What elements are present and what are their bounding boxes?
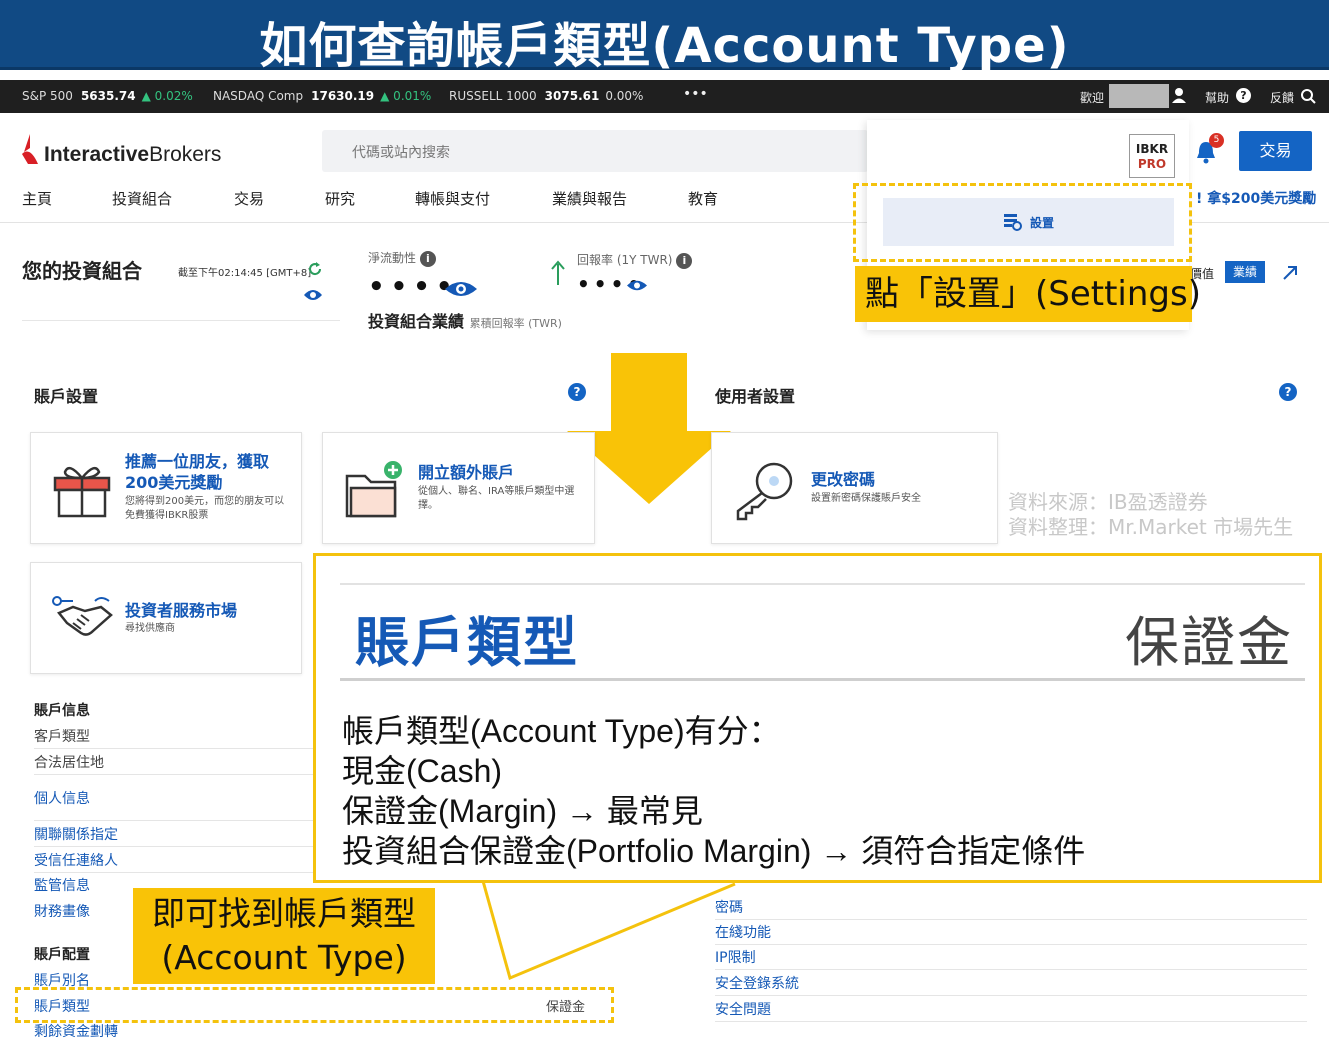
portfolio-divider <box>22 320 340 321</box>
masked-username <box>1109 84 1169 108</box>
card-title: 投資者服務市場 <box>125 601 238 620</box>
divider <box>340 678 1305 681</box>
divider <box>34 748 314 749</box>
account-info-link[interactable]: 關聯關係指定 <box>34 824 118 844</box>
zoom-account-type-label: 賬戶類型 <box>355 611 579 674</box>
change-password-card[interactable]: 更改密碼 設置新密碼保護賬戶安全 <box>711 432 998 544</box>
feedback-link[interactable]: 反饋 <box>1270 89 1294 106</box>
info-icon[interactable]: i <box>419 251 436 267</box>
account-info-link[interactable]: 監管信息 <box>34 875 90 895</box>
nav-portfolio[interactable]: 投資組合 <box>112 188 172 209</box>
refresh-icon[interactable] <box>308 262 322 276</box>
account-info-link[interactable]: 個人信息 <box>34 788 90 808</box>
card-description: 從個人、聯名、IRA等賬戶類型中選擇。 <box>418 486 575 511</box>
notification-count-badge: 5 <box>1209 133 1224 148</box>
divider <box>34 774 314 775</box>
market-ticker-bar: S&P 500 5635.74 ▲ 0.02% NASDAQ Comp 17630.1… <box>0 80 1329 113</box>
up-arrow-icon <box>551 260 565 285</box>
divider <box>715 995 1307 996</box>
portfolio-timestamp: 截至下午02:14:45 [GMT+8] <box>178 268 312 279</box>
ticker-item[interactable]: S&P 500 5635.74 ▲ 0.02% <box>22 89 193 103</box>
nav-education[interactable]: 教育 <box>688 188 718 209</box>
nav-reports[interactable]: 業績與報告 <box>552 188 627 209</box>
nav-research[interactable]: 研究 <box>325 188 355 209</box>
help-icon[interactable]: ? <box>1279 383 1297 401</box>
ib-logo-icon[interactable] <box>20 134 40 166</box>
card-description: 設置新密碼保護賬戶安全 <box>811 493 921 504</box>
gift-icon <box>53 466 111 518</box>
card-description: 您將得到200美元，而您的朋友可以免費獲得IBKR股票 <box>125 496 285 521</box>
banner-title: 如何查詢帳戶類型(Account Type) <box>259 18 1070 74</box>
account-info-item: 合法居住地 <box>34 755 104 771</box>
portfolio-title: 您的投資組合 <box>22 259 142 283</box>
security-link[interactable]: 安全問題 <box>715 999 771 1019</box>
nav-transfer[interactable]: 轉帳與支付 <box>415 188 490 209</box>
ticker-more-button[interactable]: ••• <box>683 86 708 102</box>
ticker-item[interactable]: RUSSELL 1000 3075.61 0.00% <box>449 89 643 103</box>
settings-highlight-box <box>853 183 1192 262</box>
investor-marketplace-card[interactable]: 投資者服務市場 尋找供應商 <box>30 562 302 674</box>
card-title: 推薦一位朋友，獲取200美元獎勵 <box>125 452 270 492</box>
eye-icon[interactable] <box>444 279 478 299</box>
return-label: 回報率 (1Y TWR) i <box>577 251 693 269</box>
portfolio-performance-title: 投資組合業績 累積回報率 (TWR) <box>368 312 562 331</box>
divider <box>34 846 314 847</box>
help-icon[interactable]: ? <box>1236 88 1251 103</box>
feedback-icon[interactable] <box>1300 88 1316 104</box>
remaining-funds-link[interactable]: 剩餘資金劃轉 <box>34 1021 118 1041</box>
card-title: 開立額外賬戶 <box>418 463 515 482</box>
account-type-callout: 即可找到帳戶類型 (Account Type) <box>133 888 435 984</box>
divider <box>715 1021 1307 1022</box>
account-info-item: 客戶類型 <box>34 729 90 745</box>
promo-link[interactable]: ! 拿$200美元獎勵 <box>1196 188 1316 208</box>
account-info-title: 賬戶信息 <box>34 703 90 719</box>
title-banner: 如何查詢帳戶類型(Account Type) <box>0 0 1329 74</box>
tab-performance[interactable]: 業績 <box>1225 261 1265 283</box>
eye-icon[interactable] <box>303 288 323 302</box>
nav-home[interactable]: 主頁 <box>22 188 52 209</box>
trade-button[interactable]: 交易 <box>1239 131 1312 171</box>
help-link[interactable]: 幫助 <box>1205 89 1229 106</box>
ticker-item[interactable]: NASDAQ Comp 17630.19 ▲ 0.01% <box>213 89 431 103</box>
card-title: 更改密碼 <box>811 470 876 489</box>
key-icon <box>736 462 793 521</box>
divider <box>715 944 1307 945</box>
divider <box>340 583 1305 585</box>
eye-icon[interactable] <box>626 279 648 292</box>
zoom-account-type-value: 保證金 <box>1125 611 1293 674</box>
open-account-card[interactable]: 開立額外賬戶 從個人、聯名、IRA等賬戶類型中選擇。 <box>322 432 595 544</box>
divider <box>715 919 1307 920</box>
account-settings-title: 賬戶設置 <box>34 387 99 406</box>
settings-callout: 點「設置」(Settings) <box>855 266 1201 322</box>
search-placeholder: 代碼或站內搜索 <box>352 145 450 161</box>
account-type-highlight-box <box>15 987 614 1023</box>
nav-trade[interactable]: 交易 <box>234 188 264 209</box>
ibkr-pro-badge[interactable]: IBKR PRO <box>1129 134 1175 178</box>
card-description: 尋找供應商 <box>125 623 175 634</box>
divider <box>34 872 314 873</box>
info-icon[interactable]: i <box>676 253 693 269</box>
account-info-link[interactable]: 受信任連絡人 <box>34 850 118 870</box>
zoom-text-line: 投資組合保證金(Portfolio Margin) → 須符合指定條件 <box>342 833 1086 869</box>
source-watermark: 資料來源：IB盈透證券 資料整理：Mr.Market 市場先生 <box>1008 490 1294 539</box>
account-info-link[interactable]: 財務畫像 <box>34 901 90 921</box>
folder-add-icon <box>345 461 402 518</box>
divider <box>34 820 314 821</box>
refer-friend-card[interactable]: 推薦一位朋友，獲取200美元獎勵 您將得到200美元，而您的朋友可以免費獲得IB… <box>30 432 302 544</box>
search-input[interactable]: 代碼或站內搜索 <box>322 130 868 172</box>
handshake-icon <box>52 596 113 636</box>
callout-pointer <box>481 880 736 981</box>
ib-logo-text[interactable]: InteractiveBrokers <box>44 143 221 167</box>
user-icon[interactable] <box>1172 87 1186 103</box>
account-config-title: 賬戶配置 <box>34 947 90 963</box>
expand-icon[interactable] <box>1282 265 1298 281</box>
net-liquidity-label: 淨流動性 i <box>368 249 436 267</box>
welcome-label: 歡迎 <box>1080 91 1105 105</box>
divider <box>715 969 1307 970</box>
